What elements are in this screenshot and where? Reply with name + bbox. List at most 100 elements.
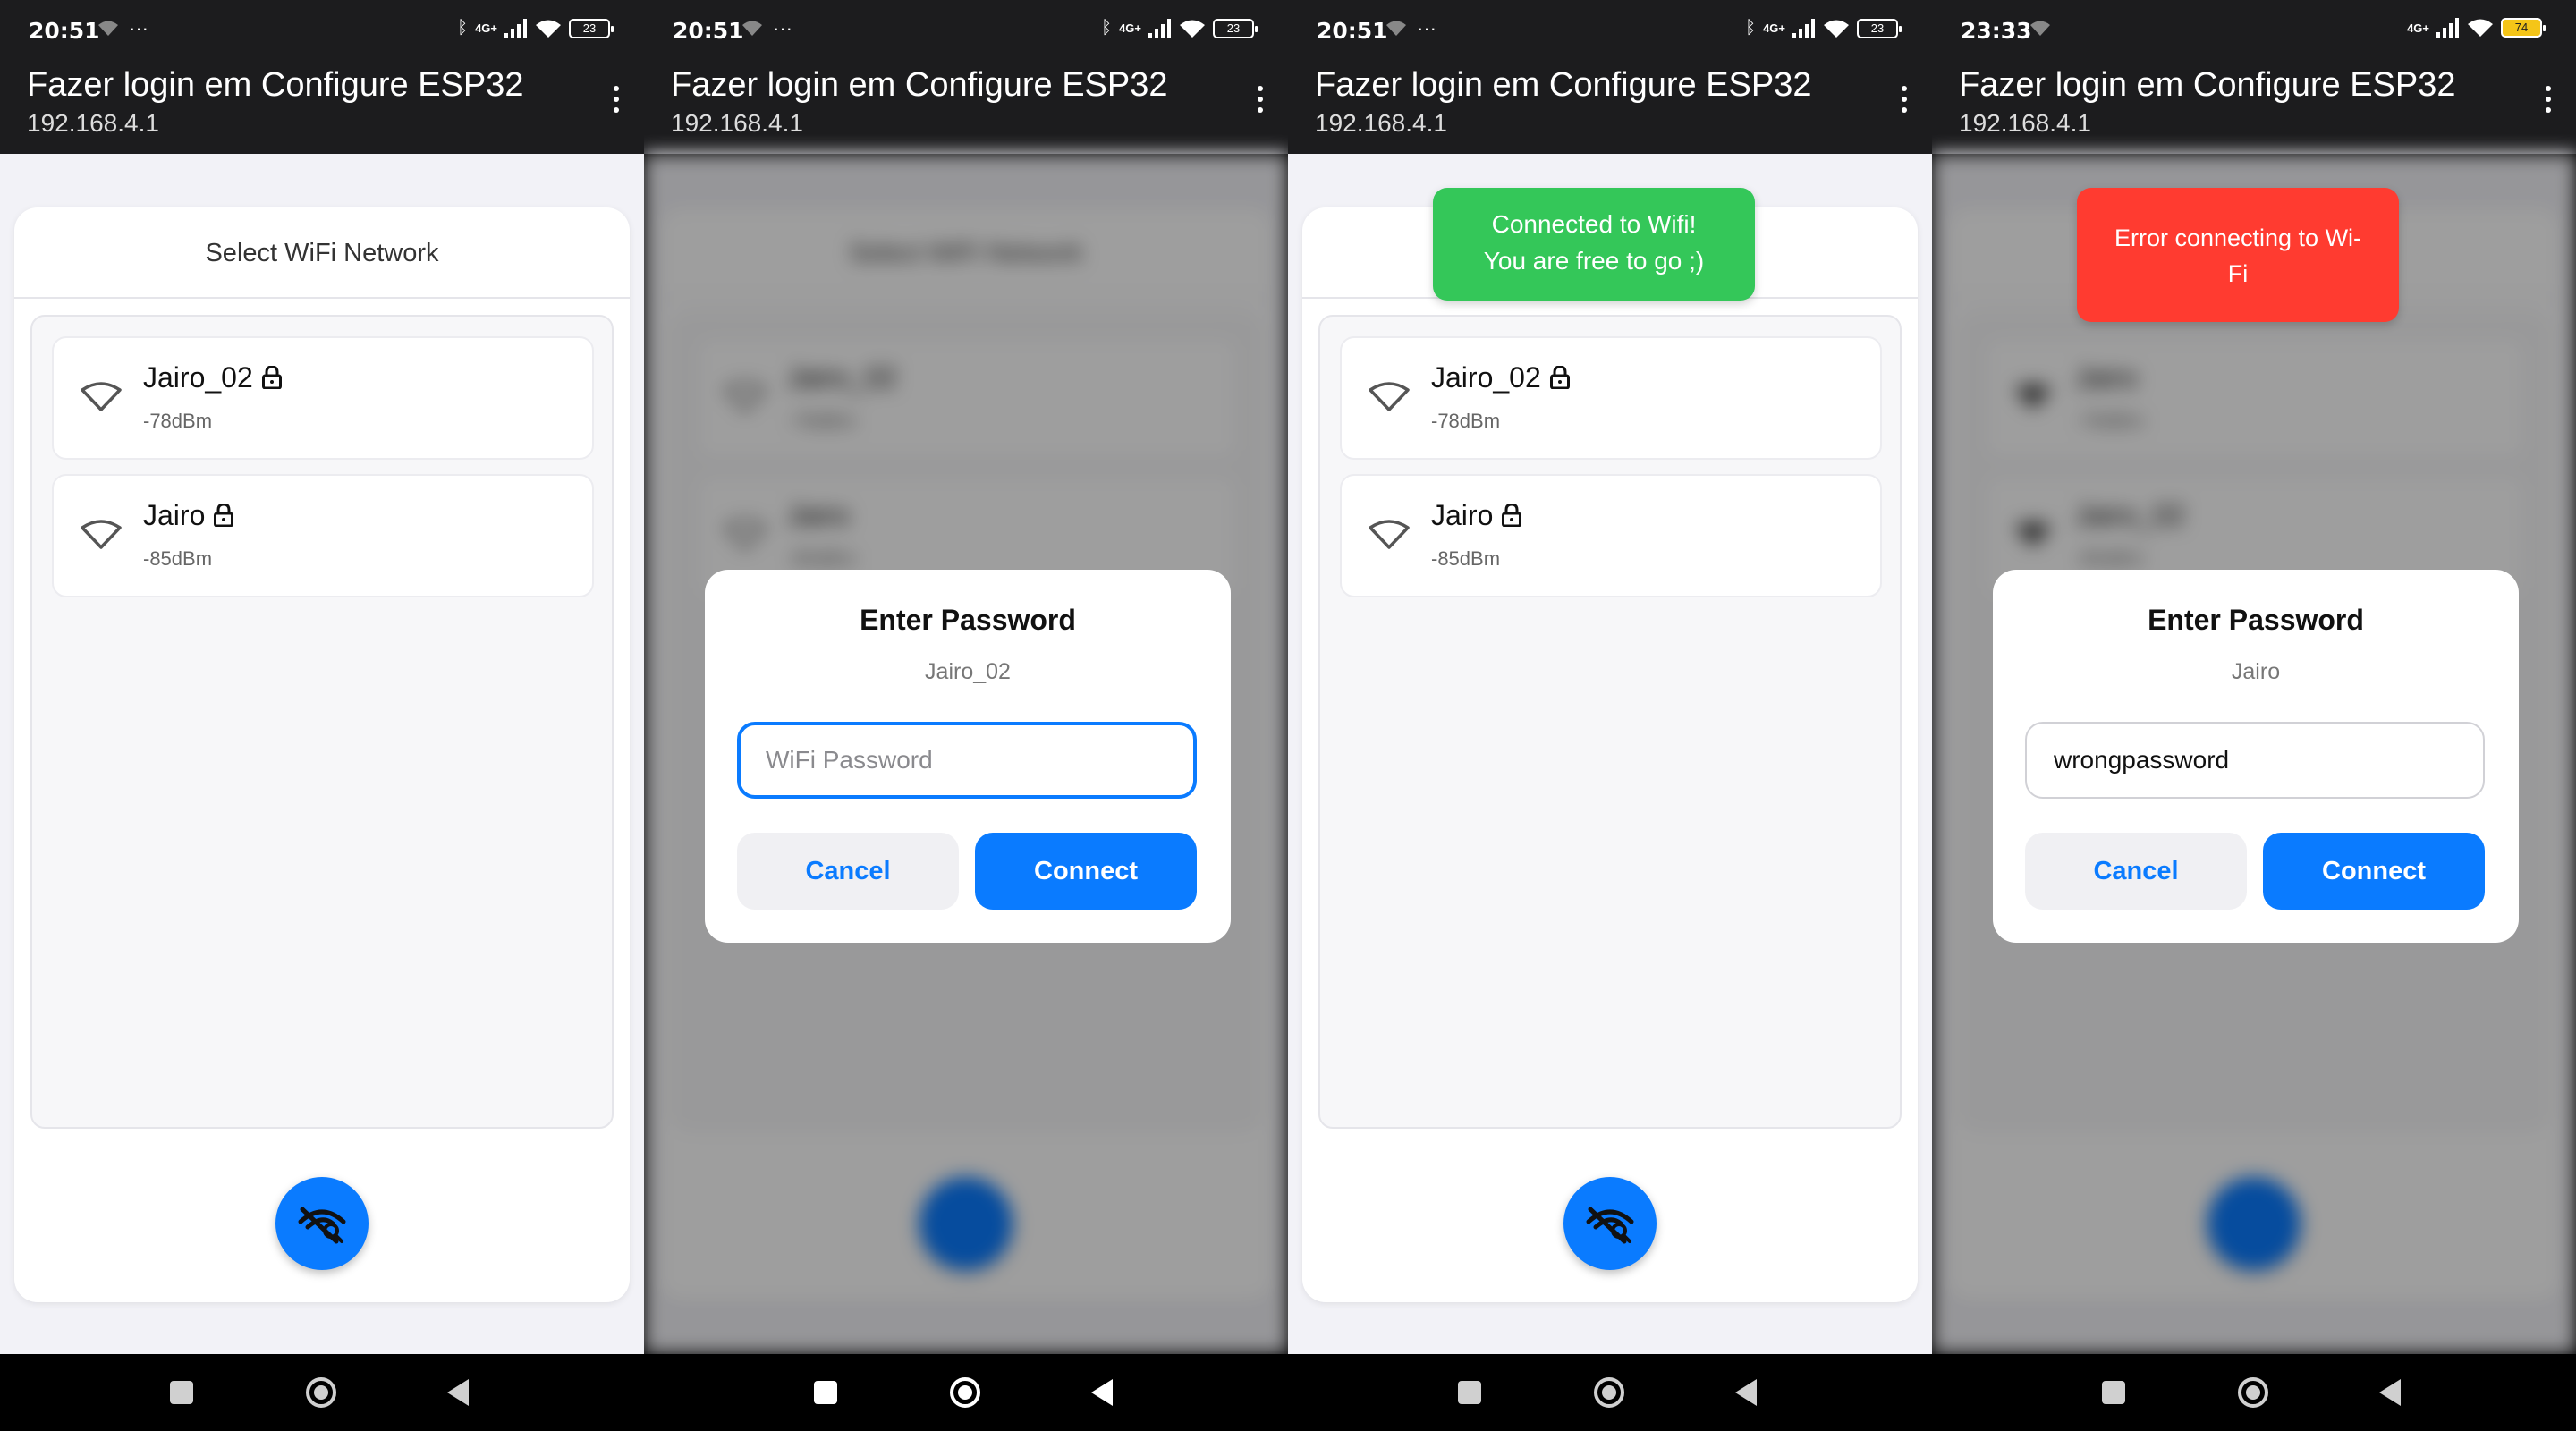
wifi-status-icon: [1386, 21, 1406, 36]
scan-button[interactable]: [275, 1177, 369, 1270]
wifi-status-icon: [98, 21, 118, 36]
password-input[interactable]: [737, 722, 1197, 799]
back-icon[interactable]: [2379, 1379, 2401, 1406]
screen-connected: 20:51 ··· ᛒ 4G+ 23 Fazer login em Config…: [1288, 0, 1932, 1431]
dialog-title: Enter Password: [2148, 604, 2364, 636]
wifi-card: Jairo_02 -78dBm Jairo -85dBm: [1302, 207, 1918, 1302]
network-name: Jairo_02: [143, 361, 253, 394]
home-icon[interactable]: [950, 1377, 980, 1408]
status-time: 23:33: [1961, 18, 2032, 44]
back-icon[interactable]: [447, 1379, 469, 1406]
dialog-network-name: Jairo_02: [925, 659, 1011, 684]
network-name: Jairo: [143, 499, 206, 531]
system-nav-bar: [0, 1354, 644, 1431]
more-vert-icon[interactable]: [2544, 86, 2553, 113]
wifi-icon: [1368, 382, 1410, 411]
page-content: Select WiFi Network Jairo_02 -78dBm Jair…: [0, 154, 644, 1354]
network-type: 4G+: [1763, 21, 1785, 35]
status-bar: 20:51 ··· ᛒ 4G+ 23: [1288, 0, 1932, 61]
network-name: Jairo_02: [1431, 361, 1541, 394]
lock-icon: [261, 366, 282, 389]
bluetooth-icon: ᛒ: [1101, 18, 1113, 38]
home-icon[interactable]: [306, 1377, 336, 1408]
lock-icon: [1549, 366, 1570, 389]
signal-icon: [2436, 18, 2459, 38]
more-vert-icon[interactable]: [612, 86, 621, 113]
recents-icon[interactable]: [1458, 1381, 1481, 1404]
screen-network-list: 20:51 ··· ᛒ 4G+ 23 Fazer login em Config…: [0, 0, 644, 1431]
back-icon[interactable]: [1091, 1379, 1113, 1406]
password-input[interactable]: [2025, 722, 2485, 799]
toast-line-1: Connected to Wifi!: [1491, 210, 1697, 238]
network-type: 4G+: [1119, 21, 1141, 35]
system-nav-bar: [1288, 1354, 1932, 1431]
page-title: Fazer login em Configure ESP32: [1959, 66, 2456, 104]
page-title: Fazer login em Configure ESP32: [27, 66, 524, 104]
status-time: 20:51: [673, 18, 744, 44]
connect-button[interactable]: Connect: [2263, 833, 2485, 910]
status-bar: 23:33 4G+ 74: [1932, 0, 2576, 61]
cancel-button[interactable]: Cancel: [2025, 833, 2247, 910]
recents-icon[interactable]: [170, 1381, 193, 1404]
network-type: 4G+: [2407, 21, 2429, 35]
recents-icon[interactable]: [814, 1381, 837, 1404]
network-list[interactable]: Jairo_02 -78dBm Jairo -85dBm: [1318, 315, 1902, 1129]
network-rssi: -78dBm: [1431, 410, 1501, 432]
browser-header: Fazer login em Configure ESP32 192.168.4…: [644, 61, 1288, 154]
back-icon[interactable]: [1735, 1379, 1757, 1406]
signal-icon: [504, 18, 527, 38]
scan-button[interactable]: [1563, 1177, 1657, 1270]
password-dialog: Enter Password Jairo Cancel Connect: [1993, 570, 2519, 943]
status-bar: 20:51 ··· ᛒ 4G+ 23: [0, 0, 644, 61]
home-icon[interactable]: [2238, 1377, 2268, 1408]
modal-backdrop[interactable]: Enter Password Jairo_02 Cancel Connect: [644, 154, 1288, 1354]
toast-line-2: You are free to go ;): [1483, 247, 1705, 275]
network-item-jairo[interactable]: Jairo -85dBm: [1340, 474, 1882, 597]
wifi-icon: [80, 520, 122, 549]
bluetooth-icon: ᛒ: [1745, 18, 1757, 38]
recents-icon[interactable]: [2102, 1381, 2125, 1404]
status-bar: 20:51 ··· ᛒ 4G+ 23: [644, 0, 1288, 61]
wifi-icon: [80, 382, 122, 411]
lock-icon: [214, 504, 234, 527]
page-title: Fazer login em Configure ESP32: [1315, 66, 1812, 104]
system-nav-bar: [644, 1354, 1288, 1431]
wifi-search-icon: [1586, 1207, 1634, 1244]
page-address: 192.168.4.1: [671, 109, 803, 137]
more-notifications-icon: ···: [773, 17, 792, 39]
bluetooth-icon: ᛒ: [457, 18, 469, 38]
page-address: 192.168.4.1: [27, 109, 159, 137]
network-item-jairo-02[interactable]: Jairo_02 -78dBm: [52, 336, 594, 460]
connect-button[interactable]: Connect: [975, 833, 1197, 910]
password-dialog: Enter Password Jairo_02 Cancel Connect: [705, 570, 1231, 943]
network-item-jairo[interactable]: Jairo -85dBm: [52, 474, 594, 597]
more-vert-icon[interactable]: [1256, 86, 1265, 113]
more-vert-icon[interactable]: [1900, 86, 1909, 113]
screen-password-modal: 20:51 ··· ᛒ 4G+ 23 Fazer login em Config…: [644, 0, 1288, 1431]
signal-icon: [1792, 18, 1815, 38]
wifi-status-icon: [2468, 19, 2493, 37]
network-type: 4G+: [475, 21, 497, 35]
wifi-status-icon: [2030, 21, 2050, 36]
cancel-button[interactable]: Cancel: [737, 833, 959, 910]
battery-icon: 23: [1213, 18, 1258, 38]
battery-icon: 74: [2501, 18, 2546, 38]
page-address: 192.168.4.1: [1959, 109, 2091, 137]
wifi-status-icon: [536, 20, 561, 38]
page-address: 192.168.4.1: [1315, 109, 1447, 137]
network-item-jairo-02[interactable]: Jairo_02 -78dBm: [1340, 336, 1882, 460]
wifi-card: Select WiFi Network Jairo_02 -78dBm Jair…: [14, 207, 630, 1302]
battery-icon: 23: [569, 18, 614, 38]
wifi-status-icon: [1180, 20, 1205, 38]
home-icon[interactable]: [1594, 1377, 1624, 1408]
network-name: Jairo: [1431, 499, 1494, 531]
toast-line-2: Fi: [2227, 260, 2249, 287]
system-nav-bar: [1932, 1354, 2576, 1431]
dialog-network-name: Jairo: [2231, 659, 2281, 684]
status-time: 20:51: [1317, 18, 1388, 44]
browser-header: Fazer login em Configure ESP32 192.168.4…: [0, 61, 644, 154]
page-content: Jairo_02 -78dBm Jairo -85dBm Connected t…: [1288, 154, 1932, 1354]
more-notifications-icon: ···: [129, 17, 148, 39]
more-notifications-icon: ···: [1417, 17, 1436, 39]
network-list[interactable]: Jairo_02 -78dBm Jairo -85dBm: [30, 315, 614, 1129]
